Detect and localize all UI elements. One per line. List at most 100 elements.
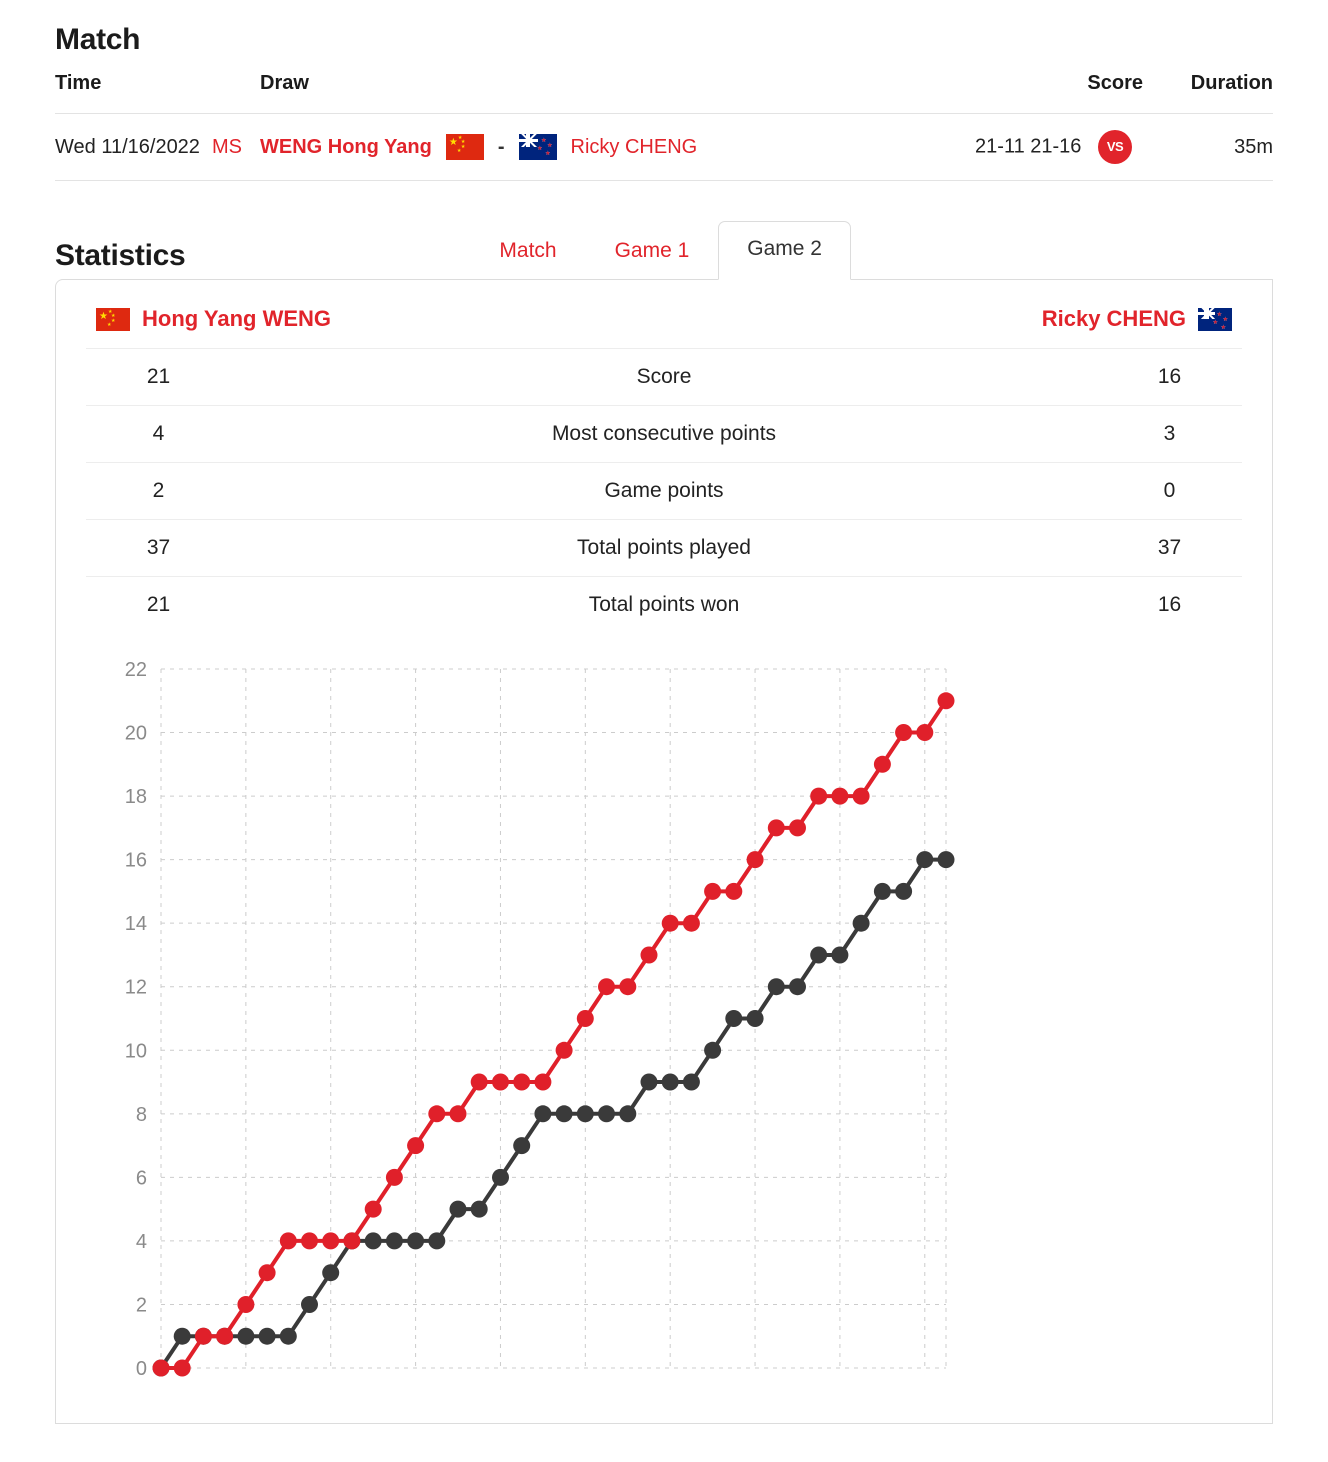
- matchup: WENG Hong Yang ★ ★ ★ ★ ★ - ★ ★ ★ ★ Ricky…: [260, 134, 963, 160]
- series-point: [449, 1200, 467, 1218]
- table-row[interactable]: Wed 11/16/2022 MS WENG Hong Yang ★ ★ ★ ★ …: [55, 113, 1273, 181]
- series-point: [322, 1264, 340, 1282]
- points-progression-svg: 0 2 4 6 8 10 12 14 16 18 20 22: [125, 659, 955, 1380]
- stats-player-right-name: Ricky CHENG: [1041, 306, 1186, 332]
- series-point: [385, 1232, 403, 1250]
- stat-label: Game points: [604, 479, 724, 503]
- series-point: [619, 1105, 637, 1123]
- tab-game-1[interactable]: Game 1: [586, 227, 719, 279]
- stat-row-total-points-played: 37 Total points played 37: [86, 519, 1242, 576]
- series-point: [640, 1073, 658, 1091]
- vs-badge-icon[interactable]: VS: [1098, 130, 1132, 164]
- series-point: [767, 978, 785, 996]
- match-time-cell: Wed 11/16/2022 MS: [55, 113, 260, 181]
- stat-label: Total points won: [588, 593, 740, 617]
- series-point: [831, 946, 849, 964]
- y-axis-tick-label: 4: [136, 1231, 147, 1253]
- column-header-draw: Draw: [260, 72, 309, 94]
- series-point: [746, 851, 764, 869]
- statistics-inner: ★ ★ ★ ★ ★ Hong Yang WENG Ricky CHENG ★ ★…: [56, 280, 1272, 1421]
- tab-game-2[interactable]: Game 2: [718, 221, 851, 281]
- series-point: [555, 1105, 573, 1123]
- y-axis-tick-label: 0: [136, 1358, 147, 1380]
- series-point: [428, 1232, 446, 1250]
- stat-right-value: 16: [1157, 593, 1182, 617]
- statistics-players-row: ★ ★ ★ ★ ★ Hong Yang WENG Ricky CHENG ★ ★…: [86, 280, 1242, 348]
- column-header-time: Time: [55, 72, 102, 94]
- series-point: [619, 978, 637, 996]
- series-point: [937, 692, 955, 710]
- y-axis-tick-label: 6: [136, 1168, 147, 1190]
- series-point: [428, 1105, 446, 1123]
- series-point: [873, 883, 891, 901]
- series-point: [789, 819, 806, 837]
- series-point: [873, 755, 891, 773]
- series-point: [364, 1232, 382, 1250]
- stats-player-left-name: Hong Yang WENG: [142, 306, 332, 332]
- cn-flag-icon: ★ ★ ★ ★ ★: [96, 307, 130, 331]
- statistics-panel: ★ ★ ★ ★ ★ Hong Yang WENG Ricky CHENG ★ ★…: [55, 279, 1273, 1425]
- y-axis-tick-label: 22: [125, 659, 147, 681]
- series-point: [173, 1359, 191, 1377]
- column-header-score: Score: [1087, 72, 1143, 94]
- match-section: Match Time Draw Score Duration Wed 11/16…: [0, 22, 1328, 181]
- stat-right-value: 16: [1157, 365, 1182, 389]
- series-point: [258, 1264, 276, 1282]
- series-point: [492, 1169, 509, 1187]
- series-point: [385, 1169, 403, 1187]
- statistics-header: Statistics Match Game 1 Game 2: [0, 221, 1328, 281]
- series-point: [343, 1232, 361, 1250]
- y-axis-tick-label: 12: [125, 977, 147, 999]
- series-point: [513, 1073, 531, 1091]
- y-axis-tick-label: 14: [125, 913, 147, 935]
- series-point: [470, 1073, 488, 1091]
- series-point: [682, 1073, 700, 1091]
- series-point: [852, 787, 870, 805]
- series-point: [661, 1073, 679, 1091]
- stats-player-left[interactable]: ★ ★ ★ ★ ★ Hong Yang WENG: [96, 306, 331, 332]
- stat-label: Most consecutive points: [551, 422, 777, 446]
- series-point: [237, 1327, 255, 1345]
- match-players-cell: WENG Hong Yang ★ ★ ★ ★ ★ - ★ ★ ★ ★ Ricky…: [260, 113, 963, 181]
- draw-code[interactable]: MS: [212, 136, 242, 158]
- series-point: [895, 883, 913, 901]
- series-point: [237, 1296, 255, 1314]
- series-point: [831, 787, 849, 805]
- stat-label: Score: [636, 365, 692, 389]
- stats-player-right[interactable]: Ricky CHENG ★ ★ ★ ★: [1042, 306, 1232, 332]
- series-point: [704, 883, 722, 901]
- series-point: [258, 1327, 276, 1345]
- player-one-link[interactable]: WENG Hong Yang: [260, 136, 432, 159]
- series-point: [513, 1137, 531, 1155]
- series-line: [159, 698, 948, 1371]
- match-duration-cell: 35m: [1143, 113, 1273, 181]
- column-header-duration: Duration: [1190, 72, 1273, 94]
- series-point: [279, 1232, 297, 1250]
- tab-match[interactable]: Match: [470, 227, 585, 279]
- series-point: [916, 724, 934, 742]
- series-point: [216, 1327, 234, 1345]
- player-two-link[interactable]: Ricky CHENG: [571, 136, 698, 159]
- match-table-header-row: Time Draw Score Duration: [55, 72, 1273, 114]
- series-point: [895, 724, 913, 742]
- series-point: [810, 787, 828, 805]
- series-point: [598, 1105, 615, 1123]
- stat-left-value: 21: [146, 365, 171, 389]
- cn-flag-icon: ★ ★ ★ ★ ★: [445, 134, 484, 160]
- stat-left-value: 2: [152, 479, 165, 503]
- statistics-title: Statistics: [55, 239, 186, 273]
- series-point: [682, 914, 700, 932]
- series-point: [301, 1232, 318, 1250]
- series-point: [598, 978, 615, 996]
- series-point: [746, 1010, 764, 1028]
- series-point: [279, 1327, 297, 1345]
- series-point: [194, 1327, 212, 1345]
- stat-row-score: 21 Score 16: [86, 348, 1242, 405]
- series-point: [704, 1041, 722, 1059]
- stat-right-value: 0: [1163, 479, 1176, 503]
- y-axis-tick-label: 18: [125, 786, 147, 808]
- series-point: [789, 978, 806, 996]
- score-value: 21-11 21-16: [975, 135, 1082, 158]
- stat-right-value: 3: [1163, 422, 1176, 446]
- nz-flag-icon: ★ ★ ★ ★: [1198, 307, 1232, 331]
